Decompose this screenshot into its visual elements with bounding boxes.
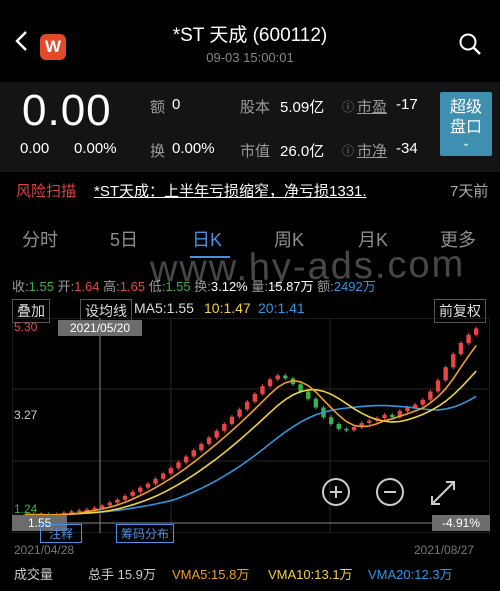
candle-body <box>267 379 273 387</box>
candle-body <box>107 502 112 506</box>
tab-intraday[interactable]: 分时 <box>22 226 58 252</box>
candle-body <box>145 483 151 488</box>
candle-body <box>122 495 128 500</box>
candle-body <box>367 420 372 424</box>
candle-body <box>183 456 189 463</box>
crosshair-pct: -4.91% <box>432 515 491 531</box>
volume-label: 成交量 <box>14 567 54 582</box>
candle-body <box>420 399 425 405</box>
candle-body <box>336 424 341 429</box>
order-button-line2: 盘口 <box>449 119 482 136</box>
quote-timestamp: 09-03 15:00:01 <box>206 50 294 65</box>
candle-series <box>23 326 479 519</box>
y-max-label: 5.30 <box>14 320 38 334</box>
watermark: www.hy-ads.com <box>149 243 466 291</box>
candle-body <box>351 426 357 431</box>
candle-body <box>313 398 319 408</box>
candle-body <box>168 468 174 474</box>
candle-body <box>451 354 456 368</box>
info-icon[interactable]: ⓘ <box>342 142 354 159</box>
risk-scan-tag[interactable]: 风险扫描 <box>16 180 76 201</box>
ma10-line <box>25 370 477 516</box>
candle-body <box>153 478 158 484</box>
pb-value: -34 <box>396 140 418 157</box>
super-orderbook-button[interactable]: 超级 盘口 ⌄ <box>440 92 492 156</box>
vma20-value: VMA20:12.3万 <box>368 567 453 582</box>
search-icon[interactable] <box>458 32 482 56</box>
info-icon[interactable]: ⓘ <box>342 98 354 115</box>
candle-body <box>466 334 471 343</box>
candle-body <box>199 443 204 451</box>
start-date: 2021/04/28 <box>14 543 75 557</box>
candle-body <box>328 417 334 425</box>
vma5-value: VMA5:15.8万 <box>172 567 250 582</box>
amount-label: 额 <box>150 99 166 116</box>
candle-body <box>275 375 280 380</box>
pe-label[interactable]: 市盈 <box>357 96 387 117</box>
candle-body <box>344 428 349 431</box>
candle-body <box>260 386 265 394</box>
ma20-value: 20:1.41 <box>258 300 305 316</box>
candle-body <box>206 437 212 444</box>
kline-chart[interactable] <box>12 318 490 533</box>
candle-body <box>214 430 219 438</box>
candle-body <box>458 342 464 355</box>
candle-body <box>382 414 387 419</box>
chevron-down-icon: ⌄ <box>461 138 471 149</box>
last-price: 0.00 <box>22 86 112 135</box>
candle-body <box>92 507 97 510</box>
end-date: 2021/08/27 <box>414 543 475 557</box>
order-button-line1: 超级 <box>449 99 482 116</box>
ma10-value: 10:1.47 <box>204 300 251 316</box>
candle-body <box>473 328 479 335</box>
candle-body <box>115 499 120 503</box>
candle-body <box>443 367 448 381</box>
volume-total: 总手 15.9万 <box>88 567 156 582</box>
candle-body <box>138 487 143 492</box>
candle-body <box>229 416 235 425</box>
vma10-value: VMA10:13.1万 <box>268 567 353 582</box>
candle-body <box>69 511 74 513</box>
notes-button[interactable]: 注释 <box>40 524 83 543</box>
y-min-label: 1.24 <box>14 502 38 516</box>
price-change-pct: 0.00% <box>74 140 117 157</box>
zoom-in-icon[interactable] <box>322 478 350 506</box>
tab-5day[interactable]: 5日 <box>110 226 138 252</box>
crosshair-date: 2021/05/20 <box>58 320 143 336</box>
candle-body <box>130 491 135 496</box>
turnover-value: 0.00% <box>172 140 215 157</box>
price-change: 0.00 <box>20 140 50 157</box>
mktcap-label: 市值 <box>240 143 271 160</box>
candle-body <box>390 414 395 418</box>
candle-body <box>252 393 258 402</box>
risk-headline[interactable]: *ST天成：上半年亏损缩窄，净亏损1331. <box>94 180 424 201</box>
candle-body <box>191 450 196 457</box>
candle-body <box>222 424 227 431</box>
equity-value: 5.09亿 <box>280 99 325 116</box>
candle-body <box>161 473 166 479</box>
chip-distribution-button[interactable]: 筹码分布 <box>116 524 175 543</box>
candle-body <box>77 510 82 512</box>
zoom-out-icon[interactable] <box>376 478 404 506</box>
pb-label[interactable]: 市净 <box>357 140 387 161</box>
pe-value: -17 <box>396 96 418 113</box>
y-mid-label: 3.27 <box>14 408 38 422</box>
candle-body <box>428 391 433 400</box>
stock-title: *ST 天成 (600112) <box>172 25 328 46</box>
mktcap-value: 26.0亿 <box>280 143 325 160</box>
equity-label: 股本 <box>240 99 271 116</box>
fullscreen-icon[interactable] <box>428 478 458 508</box>
candle-body <box>244 401 250 410</box>
risk-age: 7天前 <box>450 183 489 200</box>
candle-body <box>283 375 288 379</box>
ma5-value: MA5:1.55 <box>134 300 194 316</box>
amount-value: 0 <box>172 96 181 113</box>
candle-body <box>298 384 303 392</box>
candle-body <box>237 409 242 417</box>
candle-body <box>306 391 311 399</box>
turnover-label: 换 <box>150 143 166 160</box>
candle-body <box>99 505 105 508</box>
candle-body <box>176 462 181 469</box>
candle-body <box>435 380 441 392</box>
